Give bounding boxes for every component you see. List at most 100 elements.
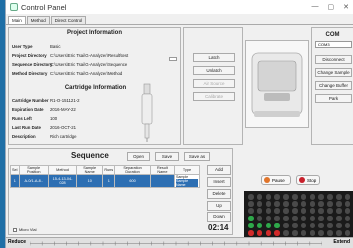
tray-well[interactable] [318,222,324,229]
calibrate-button[interactable]: Calibrate [193,92,235,101]
tray-well[interactable] [327,201,333,207]
extend-label[interactable]: Extend [333,239,350,245]
insert-button[interactable]: Insert [207,177,231,187]
tray-well[interactable] [265,201,272,207]
tray-well[interactable] [309,222,316,229]
tray-well[interactable] [309,208,316,214]
delete-button[interactable]: Delete [207,189,231,199]
tray-well[interactable] [336,215,342,222]
type-option[interactable]: Sample Name [175,179,198,187]
tray-well[interactable] [327,230,333,236]
park-button[interactable]: Park [315,94,352,103]
tray-well[interactable] [283,194,289,200]
col-sample-position[interactable]: Sample Position [18,165,49,175]
tray-well[interactable] [248,201,254,207]
tray-well[interactable] [300,194,307,200]
disconnect-button[interactable]: Disconnect [315,55,352,64]
tray-well[interactable] [292,201,298,207]
tray-well[interactable] [336,208,342,214]
unlatch-button[interactable]: Unlatch [193,66,235,75]
tray-well[interactable] [265,208,272,214]
browse-button[interactable] [169,57,177,61]
change-sample-button[interactable]: Change Sample [315,68,352,77]
tray-well[interactable] [256,194,263,200]
up-button[interactable]: Up [207,201,231,211]
tab-main[interactable]: Main [8,16,26,24]
tray-well[interactable] [265,215,272,222]
tray-well[interactable] [292,230,298,236]
col-sample-name[interactable]: Sample Name [76,165,104,175]
tray-well[interactable] [309,201,316,207]
tray-well[interactable] [336,194,342,200]
tray-well[interactable] [327,215,333,222]
tray-well[interactable] [292,208,298,214]
minimize-icon[interactable]: — [312,3,319,11]
air-source-button[interactable]: Air Source [193,79,235,88]
down-button[interactable]: Down [207,212,231,222]
tray-well[interactable] [309,215,316,222]
tray-well[interactable] [344,201,351,207]
sample-tray[interactable] [244,191,353,237]
tray-well[interactable] [248,215,254,222]
tray-well[interactable] [336,201,342,207]
tray-well[interactable] [265,222,272,229]
tray-well[interactable] [292,194,298,200]
close-icon[interactable]: ✕ [343,3,349,11]
tray-well[interactable] [344,230,351,236]
tray-well[interactable] [248,208,254,214]
tray-well[interactable] [300,230,307,236]
col-sel[interactable]: Sel [10,165,20,175]
tray-well[interactable] [283,215,289,222]
tray-well[interactable] [256,215,263,222]
tray-well[interactable] [256,208,263,214]
tray-well[interactable] [274,194,280,200]
tray-well[interactable] [344,215,351,222]
tray-well[interactable] [248,222,254,229]
tab-direct-control[interactable]: Direct Control [50,16,87,24]
tray-well[interactable] [274,215,280,222]
tray-well[interactable] [309,230,316,236]
latch-button[interactable]: Latch [193,53,235,62]
tab-method[interactable]: Method [26,16,50,24]
tray-well[interactable] [336,230,342,236]
pause-button[interactable]: Pause [261,175,291,185]
tray-well[interactable] [300,208,307,214]
tray-well[interactable] [256,230,263,236]
tray-well[interactable] [344,222,351,229]
tray-well[interactable] [327,194,333,200]
tray-well[interactable] [248,194,254,200]
add-button[interactable]: Add [207,165,231,175]
tray-well[interactable] [318,208,324,214]
tray-well[interactable] [274,230,280,236]
save-as-button[interactable]: Save as [184,152,210,161]
micro-vial-checkbox[interactable] [13,227,17,232]
tray-well[interactable] [300,215,307,222]
tray-well[interactable] [327,222,333,229]
maximize-icon[interactable]: ▢ [328,3,335,11]
col-separation-duration[interactable]: Separation Duration [114,165,151,175]
tray-well[interactable] [318,215,324,222]
tray-well[interactable] [256,222,263,229]
tray-well[interactable] [274,208,280,214]
tray-well[interactable] [327,208,333,214]
tray-well[interactable] [274,222,280,229]
tray-well[interactable] [283,201,289,207]
open-button[interactable]: Open [127,152,150,161]
tray-well[interactable] [256,201,263,207]
tray-well[interactable] [336,222,342,229]
tray-well[interactable] [292,222,298,229]
tray-well[interactable] [283,230,289,236]
timeline-ruler[interactable] [30,240,322,247]
stop-button[interactable]: Stop [296,175,320,185]
tray-well[interactable] [344,194,351,200]
tray-well[interactable] [318,194,324,200]
reduce-label[interactable]: Reduce [8,239,26,245]
tray-well[interactable] [283,208,289,214]
tray-well[interactable] [265,194,272,200]
micro-vial-option[interactable]: Micro Vial [13,227,37,232]
table-row[interactable]: 1 A-0/1-A-8.. 15-4-13-04-028 10 1 600 Sa… [10,174,201,188]
col-method[interactable]: Method [47,165,78,175]
save-button[interactable]: Save [155,152,179,161]
col-result-name[interactable]: Result Name [149,165,175,175]
tray-well[interactable] [265,230,272,236]
